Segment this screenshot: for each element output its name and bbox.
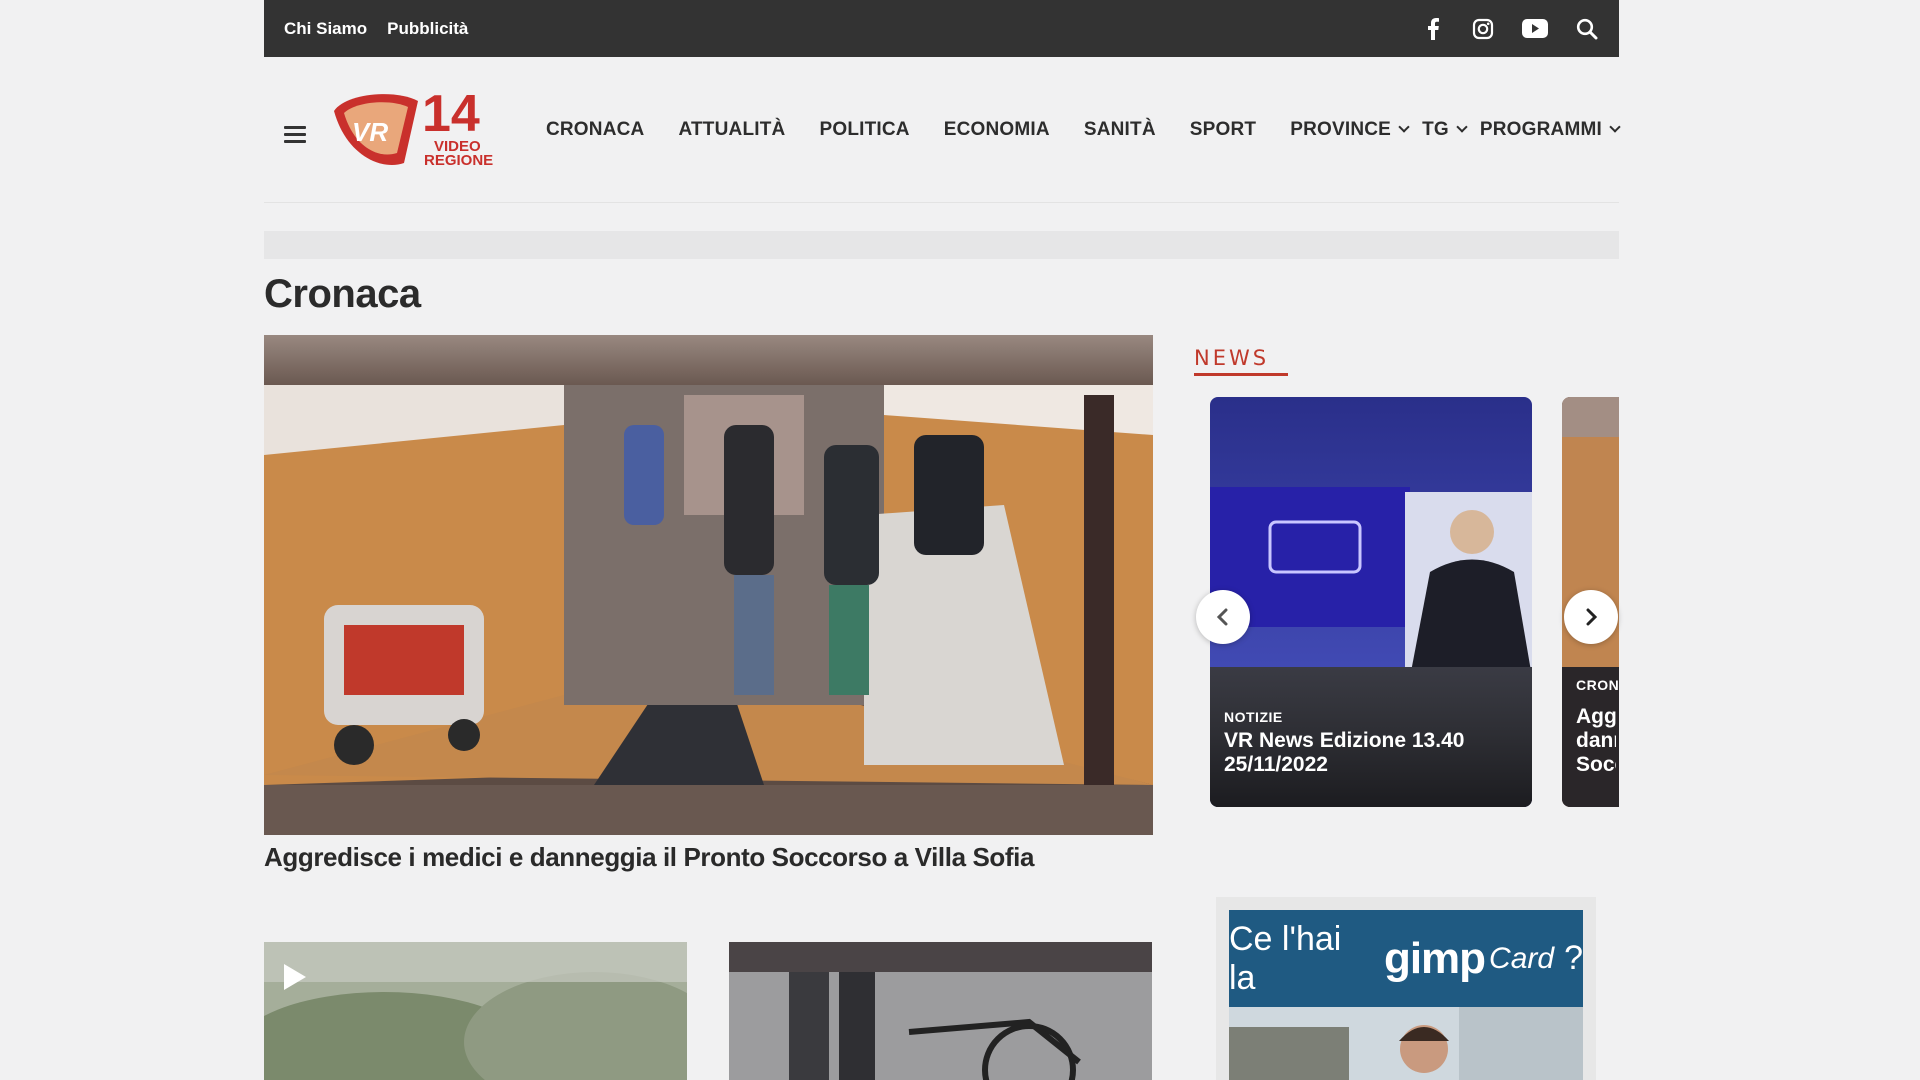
news-card-category: NOTIZIE [1224,709,1283,725]
logo-number: 14 [422,85,480,143]
site-header: VR 14 VIDEO REGIONE CRONACA ATTUALITÀ PO… [264,57,1621,203]
news-section-label: NEWS [1194,346,1270,370]
nav-attualita[interactable]: ATTUALITÀ [678,119,785,141]
chi-siamo-link[interactable]: Chi Siamo [284,19,367,39]
main-nav: CRONACA ATTUALITÀ POLITICA ECONOMIA SANI… [546,118,1621,141]
ad-photo [1229,1007,1583,1080]
nav-programmi[interactable]: PROGRAMMI [1479,118,1621,141]
carousel-next-button[interactable] [1564,590,1618,644]
nav-cronaca[interactable]: CRONACA [546,119,645,141]
chevron-left-icon [1216,608,1228,626]
pubblicita-link[interactable]: Pubblicità [387,19,468,39]
nav-tg[interactable]: TG [1422,118,1468,141]
nav-politica[interactable]: POLITICA [819,119,909,141]
logo-badge: VR [352,117,388,147]
facebook-icon[interactable] [1421,17,1445,41]
chevron-down-icon [1398,121,1410,133]
menu-icon[interactable] [284,122,306,147]
nav-province[interactable]: PROVINCE [1290,118,1410,141]
chevron-right-icon [1586,608,1598,626]
page-title: Cronaca [264,272,421,316]
ad-text-pre: Ce l'hai la [1229,919,1342,997]
nav-label: CRONACA [545,118,645,140]
top-bar: Chi Siamo Pubblicità [264,0,1619,57]
article-thumb-bicycle[interactable] [729,942,1152,1080]
youtube-icon[interactable] [1521,17,1549,41]
news-card-title[interactable]: Agg dann Socc [1576,705,1616,777]
ad-brand: gimp [1383,933,1486,983]
instagram-icon[interactable] [1471,17,1495,41]
logo-line2: REGIONE [424,152,493,169]
social-icons [1421,17,1599,41]
nav-sport[interactable]: SPORT [1190,119,1256,141]
nav-label: PROVINCE [1290,118,1392,140]
site-logo[interactable]: VR 14 VIDEO REGIONE [326,85,506,175]
gimp-card-ad[interactable]: Ce l'hai la gimp Card? [1229,910,1583,1080]
hero-image[interactable] [264,335,1153,835]
news-card-title[interactable]: VR News Edizione 13.40 25/11/2022 [1224,729,1518,777]
sidebar-ad: Ce l'hai la gimp Card? [1216,897,1596,1080]
nav-label: SANITÀ [1083,118,1156,140]
chevron-down-icon [1609,121,1621,133]
ad-text-post: ? [1564,939,1583,977]
news-card[interactable]: NOTIZIE VR News Edizione 13.40 25/11/202… [1210,397,1532,807]
nav-label: ECONOMIA [943,118,1050,140]
nav-label: SPORT [1189,118,1257,140]
nav-sanita[interactable]: SANITÀ [1084,119,1156,141]
news-underline [1194,373,1288,376]
nav-label: TG [1422,118,1449,140]
article-thumb-video[interactable] [264,942,687,1080]
nav-label: POLITICA [819,118,910,140]
ad-card-word: Card [1489,941,1555,975]
ad-strip [264,231,1619,259]
play-icon[interactable] [282,962,308,992]
chevron-down-icon [1456,121,1468,133]
nav-label: PROGRAMMI [1479,118,1602,140]
search-icon[interactable] [1575,17,1599,41]
news-card-category: CRON [1576,677,1619,693]
hero-title[interactable]: Aggredisce i medici e danneggia il Pront… [264,842,1153,873]
ad-headline: Ce l'hai la gimp Card? [1229,910,1583,1007]
nav-label: ATTUALITÀ [678,118,786,140]
nav-economia[interactable]: ECONOMIA [944,119,1050,141]
carousel-prev-button[interactable] [1196,590,1250,644]
